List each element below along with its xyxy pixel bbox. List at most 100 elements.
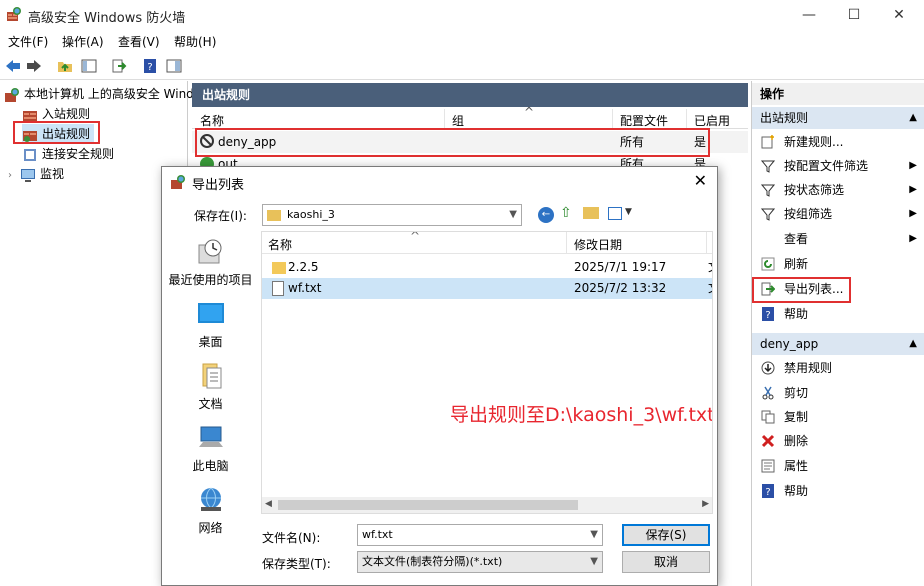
action-properties[interactable]: 属性 bbox=[752, 454, 924, 478]
forward-icon[interactable] bbox=[24, 56, 44, 76]
filter-icon bbox=[760, 158, 776, 174]
save-in-dropdown[interactable]: kaoshi_3 ▼ bbox=[262, 204, 522, 226]
delete-icon bbox=[760, 433, 776, 449]
action-delete[interactable]: 删除 bbox=[752, 429, 924, 453]
action-filter-by-state[interactable]: 按状态筛选 ▶ bbox=[752, 178, 924, 202]
minimize-button[interactable]: — bbox=[786, 0, 832, 30]
action-cut[interactable]: 剪切 bbox=[752, 381, 924, 405]
file-list: 名称 ^ 修改日期 2.2.5 2025/7/1 19:17 文 wf.txt … bbox=[261, 231, 713, 514]
up-folder-icon[interactable] bbox=[55, 56, 75, 76]
action-refresh[interactable]: 刷新 bbox=[752, 252, 924, 276]
action-copy[interactable]: 复制 bbox=[752, 405, 924, 429]
action-label: 帮助 bbox=[784, 307, 809, 321]
file-type: 文 bbox=[708, 278, 712, 299]
col-modified-date[interactable]: 修改日期 bbox=[574, 236, 622, 253]
highlight-box-outbound bbox=[13, 121, 100, 144]
action-view[interactable]: 查看 ▶ bbox=[752, 227, 924, 251]
folder-icon bbox=[272, 262, 286, 274]
filetype-dropdown[interactable]: 文本文件(制表符分隔)(*.txt) ▼ bbox=[357, 551, 603, 573]
action-label: 查看 bbox=[784, 232, 809, 246]
firewall-app-icon bbox=[171, 175, 185, 189]
submenu-arrow-icon: ▶ bbox=[909, 208, 917, 219]
actions-section-outbound[interactable]: 出站规则 ▲ bbox=[752, 107, 924, 129]
tree-root-label: 本地计算机 上的高级安全 Windows bbox=[24, 87, 218, 101]
col-name[interactable]: 名称 bbox=[200, 112, 224, 129]
menu-bar: 文件(F) 操作(A) 查看(V) 帮助(H) bbox=[0, 30, 924, 52]
menu-help[interactable]: 帮助(H) bbox=[174, 33, 216, 50]
export-list-dialog: 导出列表 ✕ 保存在(I): kaoshi_3 ▼ ← ⇧ ▼ 最近使用的项目 … bbox=[161, 166, 718, 586]
place-network[interactable]: 网络 bbox=[163, 483, 258, 543]
tree-item-connection-security-rules[interactable]: 连接安全规则 bbox=[22, 144, 114, 164]
place-documents[interactable]: 文档 bbox=[163, 359, 258, 419]
menu-action[interactable]: 操作(A) bbox=[62, 33, 104, 50]
window-titlebar: 高级安全 Windows 防火墙 — ☐ ✕ bbox=[0, 0, 924, 30]
view-dropdown-icon[interactable]: ▼ bbox=[625, 207, 632, 217]
scroll-left-icon[interactable]: ◀ bbox=[265, 499, 272, 509]
new-folder-icon[interactable] bbox=[583, 207, 599, 219]
toolbar: ? bbox=[0, 52, 924, 80]
submenu-arrow-icon: ▶ bbox=[909, 233, 917, 244]
view-menu-icon[interactable] bbox=[608, 207, 622, 220]
cancel-button[interactable]: 取消 bbox=[622, 551, 710, 573]
connection-security-icon bbox=[24, 148, 36, 161]
new-rule-icon bbox=[760, 134, 776, 150]
col-file-name[interactable]: 名称 bbox=[268, 236, 292, 253]
filename-label: 文件名(N): bbox=[262, 531, 321, 545]
submenu-arrow-icon: ▶ bbox=[909, 160, 917, 171]
col-enabled[interactable]: 已启用 bbox=[694, 112, 730, 129]
close-button[interactable]: ✕ bbox=[876, 0, 922, 30]
list-item[interactable]: wf.txt 2025/7/2 13:32 文 bbox=[262, 278, 712, 299]
action-label: 删除 bbox=[784, 434, 809, 448]
tree-item-monitoring[interactable]: › 监视 bbox=[8, 164, 64, 184]
sort-up-icon: ^ bbox=[524, 105, 535, 119]
action-disable-rule[interactable]: 禁用规则 bbox=[752, 356, 924, 380]
expand-chevron-icon[interactable]: › bbox=[8, 166, 20, 186]
menu-view[interactable]: 查看(V) bbox=[118, 33, 160, 50]
action-label: 帮助 bbox=[784, 484, 809, 498]
col-group[interactable]: 组 bbox=[452, 112, 464, 129]
monitor-icon bbox=[21, 168, 35, 182]
action-label: 刷新 bbox=[784, 257, 809, 271]
action-filter-by-group[interactable]: 按组筛选 ▶ bbox=[752, 202, 924, 226]
up-folder-icon[interactable]: ⇧ bbox=[560, 205, 572, 221]
help-icon[interactable]: ? bbox=[140, 56, 160, 76]
action-label: 属性 bbox=[784, 459, 809, 473]
collapse-icon[interactable]: ▲ bbox=[909, 333, 917, 355]
dialog-titlebar: 导出列表 ✕ bbox=[162, 167, 717, 197]
action-filter-by-profile[interactable]: 按配置文件筛选 ▶ bbox=[752, 154, 924, 178]
action-help[interactable]: ? 帮助 bbox=[752, 302, 924, 326]
maximize-button[interactable]: ☐ bbox=[831, 0, 877, 30]
file-type: 文 bbox=[708, 257, 712, 278]
col-profile[interactable]: 配置文件 bbox=[620, 112, 668, 129]
back-icon[interactable] bbox=[3, 56, 23, 76]
properties-icon bbox=[760, 458, 776, 474]
file-list-header: 名称 ^ 修改日期 bbox=[262, 232, 712, 254]
tree-root[interactable]: 本地计算机 上的高级安全 Windows bbox=[4, 84, 217, 104]
collapse-icon[interactable]: ▲ bbox=[909, 107, 917, 129]
place-label: 最近使用的项目 bbox=[168, 273, 253, 287]
section-label: 出站规则 bbox=[760, 111, 809, 125]
scroll-right-icon[interactable]: ▶ bbox=[702, 499, 709, 509]
back-icon[interactable]: ← bbox=[538, 207, 554, 223]
file-date: 2025/7/1 19:17 bbox=[574, 260, 667, 274]
file-date: 2025/7/2 13:32 bbox=[574, 281, 667, 295]
actions-section-selected-rule[interactable]: deny_app ▲ bbox=[752, 333, 924, 355]
action-pane-icon[interactable] bbox=[164, 56, 184, 76]
menu-file[interactable]: 文件(F) bbox=[8, 33, 48, 50]
action-help-rule[interactable]: ? 帮助 bbox=[752, 479, 924, 503]
action-new-rule[interactable]: 新建规则... bbox=[752, 130, 924, 154]
action-label: 按状态筛选 bbox=[784, 183, 845, 197]
place-desktop[interactable]: 桌面 bbox=[163, 297, 258, 357]
place-recent[interactable]: 最近使用的项目 bbox=[163, 235, 258, 295]
dialog-close-icon[interactable]: ✕ bbox=[694, 171, 707, 190]
highlight-box-export bbox=[752, 277, 851, 303]
horizontal-scrollbar[interactable]: ◀ ▶ bbox=[262, 497, 712, 513]
place-this-pc[interactable]: 此电脑 bbox=[163, 421, 258, 481]
scroll-thumb[interactable] bbox=[278, 500, 578, 510]
section-label: deny_app bbox=[760, 337, 819, 351]
save-button[interactable]: 保存(S) bbox=[622, 524, 710, 546]
filename-input[interactable]: wf.txt ▼ bbox=[357, 524, 603, 546]
list-item[interactable]: 2.2.5 2025/7/1 19:17 文 bbox=[262, 257, 712, 278]
show-hide-tree-icon[interactable] bbox=[79, 56, 99, 76]
export-list-icon[interactable] bbox=[109, 56, 129, 76]
